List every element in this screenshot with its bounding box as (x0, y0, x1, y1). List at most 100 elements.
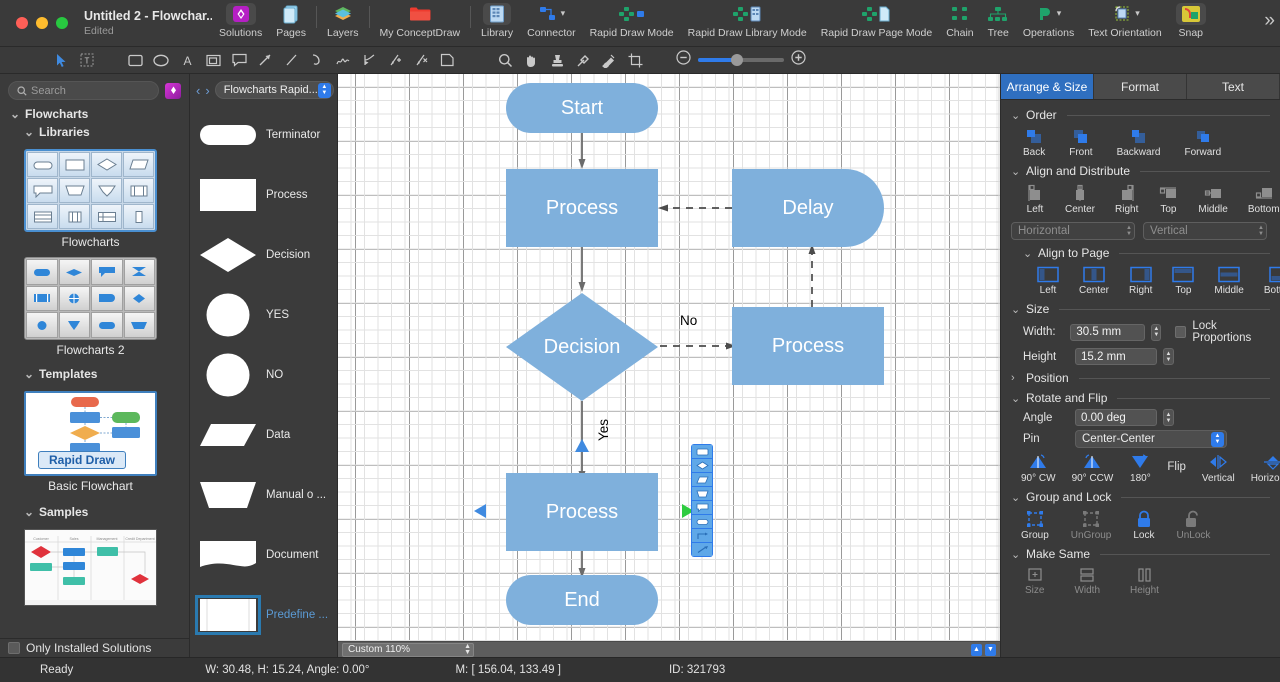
ribbon-item-text-orientation[interactable]: ▾ Text Orientation (1081, 0, 1169, 39)
make-same-buttons[interactable]: Size Width Height (1001, 563, 1280, 598)
rapid-elbow-connector-icon[interactable] (692, 529, 712, 542)
only-installed-solutions-row[interactable]: Only Installed Solutions (0, 638, 189, 657)
solutions-park-icon[interactable] (165, 82, 181, 99)
page-align-center-button[interactable]: Center (1079, 266, 1109, 296)
drawing-canvas[interactable]: Start Process Delay Decision Process Pro… (338, 74, 1000, 641)
sidebar-group-samples[interactable]: ⌄ Samples (0, 503, 189, 521)
node-decision[interactable]: Decision (506, 293, 658, 401)
prev-page-button[interactable]: ▲ (971, 643, 982, 656)
library-shape-no[interactable]: NO (190, 345, 337, 405)
flip-horizontal-button[interactable]: Horizontal (1251, 454, 1280, 484)
chevron-down-icon[interactable]: ▾ (1135, 8, 1140, 19)
library-shape-process[interactable]: Process (190, 165, 337, 225)
height-stepper[interactable]: ▲ ▼ (1163, 348, 1174, 365)
library-shape-yes[interactable]: YES (190, 285, 337, 345)
search-input[interactable]: Search (8, 81, 159, 100)
group-lock-buttons[interactable]: Group UnGroup Lock UnLock (1001, 506, 1280, 543)
send-backward-button[interactable]: Backward (1117, 128, 1160, 158)
align-left-button[interactable]: Left (1025, 184, 1045, 215)
ribbon-item-library[interactable]: Library (474, 0, 520, 39)
unlock-button[interactable]: UnLock (1177, 510, 1210, 541)
window-controls[interactable] (0, 17, 80, 29)
pointer-tool[interactable] (48, 49, 74, 71)
ribbon-item-tree[interactable]: Tree (981, 0, 1016, 39)
zoom-control[interactable] (676, 50, 806, 70)
stepper-icon[interactable]: ▲ ▼ (317, 82, 331, 98)
library-back-button[interactable]: ‹ (196, 83, 200, 98)
page-align-left-button[interactable]: Left (1037, 266, 1059, 296)
library-thumbnail-flowcharts-2[interactable]: Flowcharts 2 (24, 257, 157, 357)
ribbon-item-operations[interactable]: ▾ Operations (1016, 0, 1081, 39)
zoom-slider[interactable] (698, 54, 784, 66)
page-tool[interactable] (434, 49, 460, 71)
chevron-down-icon[interactable]: ⌄ (1011, 303, 1020, 316)
text-tool[interactable]: A (174, 49, 200, 71)
maximize-button[interactable] (56, 17, 68, 29)
rotate-flip-buttons[interactable]: 90° CW 90° CCW 180° Flip Vertical Horizo (1001, 450, 1280, 486)
chevron-down-icon[interactable]: ⌄ (1011, 491, 1020, 504)
ribbon-item-connector[interactable]: ▾ Connector (520, 0, 582, 39)
chevron-down-icon[interactable]: ⌄ (1011, 165, 1020, 178)
rapid-direct-connector-icon[interactable] (692, 543, 712, 556)
align-center-button[interactable]: Center (1065, 184, 1095, 215)
ribbon-item-solutions[interactable]: Solutions (212, 0, 269, 39)
zoom-tool[interactable] (492, 49, 518, 71)
pin-select[interactable]: Center-Center ▲ ▼ (1075, 430, 1227, 448)
callout-tool[interactable] (226, 49, 252, 71)
minimize-button[interactable] (36, 17, 48, 29)
make-same-size-button[interactable]: Size (1025, 567, 1044, 596)
rotate-180-button[interactable]: 180° (1129, 454, 1151, 484)
angle-field[interactable]: 0.00 deg (1075, 409, 1157, 426)
library-shape-terminator[interactable]: Terminator (190, 105, 337, 165)
chevron-down-icon[interactable]: ⌄ (1011, 392, 1020, 405)
distribute-selects[interactable]: Horizontal ▲ ▼ Vertical ▲ ▼ (1001, 217, 1280, 242)
chevron-down-icon[interactable]: ⌄ (1023, 247, 1032, 260)
sidebar-group-flowcharts[interactable]: ⌄ Flowcharts (0, 105, 189, 123)
sample-thumbnail-swimlane[interactable]: Customer Sales Management Credit Departm… (24, 529, 157, 606)
width-field[interactable]: 30.5 mm (1070, 323, 1146, 341)
node-process-2[interactable]: Process (732, 307, 884, 385)
connector-tool[interactable] (252, 49, 278, 71)
rapid-data-shape-icon[interactable] (692, 473, 712, 486)
section-size[interactable]: ⌄ Size (1001, 298, 1280, 318)
eyedropper-tool[interactable] (570, 49, 596, 71)
node-delay[interactable]: Delay (732, 169, 884, 247)
library-shape-predefined-process[interactable]: Predefine ... (190, 585, 337, 645)
chevron-right-icon[interactable]: › (1011, 372, 1020, 384)
page-align-bottom-button[interactable]: Bottom (1264, 266, 1280, 296)
library-forward-button[interactable]: › (205, 83, 209, 98)
align-right-button[interactable]: Right (1115, 184, 1138, 215)
node-start[interactable]: Start (506, 83, 658, 133)
lock-button[interactable]: Lock (1133, 510, 1155, 541)
section-position[interactable]: › Position (1001, 367, 1280, 387)
stepper-icon[interactable]: ▲ ▼ (1258, 225, 1264, 237)
node-end[interactable]: End (506, 575, 658, 625)
bring-forward-button[interactable]: Forward (1184, 128, 1221, 158)
chevron-down-icon[interactable]: ▾ (561, 8, 566, 19)
node-process-1[interactable]: Process (506, 169, 658, 247)
line-tool[interactable] (278, 49, 304, 71)
sidebar-group-templates[interactable]: ⌄ Templates (0, 365, 189, 383)
tab-arrange-and-size[interactable]: Arrange & Size (1001, 74, 1094, 99)
arc-tool[interactable] (304, 49, 330, 71)
section-align-to-page[interactable]: ⌄ Align to Page (1001, 242, 1280, 262)
section-align-and-distribute[interactable]: ⌄ Align and Distribute (1001, 160, 1280, 180)
ribbon-item-snap[interactable]: Snap (1169, 0, 1213, 39)
make-same-width-button[interactable]: Width (1074, 567, 1100, 596)
text-select-tool[interactable]: T (74, 49, 100, 71)
ribbon-item-layers[interactable]: Layers (320, 0, 366, 39)
zoom-out-button[interactable] (676, 50, 691, 70)
page-align-right-button[interactable]: Right (1129, 266, 1152, 296)
zoom-level-selector[interactable]: Custom 110% ▲ ▼ (342, 642, 474, 657)
sidebar-group-libraries[interactable]: ⌄ Libraries (0, 123, 189, 141)
stepper-icon[interactable]: ▲ ▼ (1126, 225, 1132, 237)
lock-proportions-checkbox[interactable] (1175, 326, 1187, 338)
rapid-terminator-shape-icon[interactable] (692, 515, 712, 528)
zoom-in-button[interactable] (791, 50, 806, 70)
ribbon-item-chain[interactable]: Chain (939, 0, 980, 39)
make-same-height-button[interactable]: Height (1130, 567, 1159, 596)
add-point-tool[interactable] (382, 49, 408, 71)
library-shape-data[interactable]: Data (190, 405, 337, 465)
chevron-down-icon[interactable]: ⌄ (24, 125, 34, 139)
ribbon-item-rapid-draw-library-mode[interactable]: Rapid Draw Library Mode (681, 0, 814, 39)
